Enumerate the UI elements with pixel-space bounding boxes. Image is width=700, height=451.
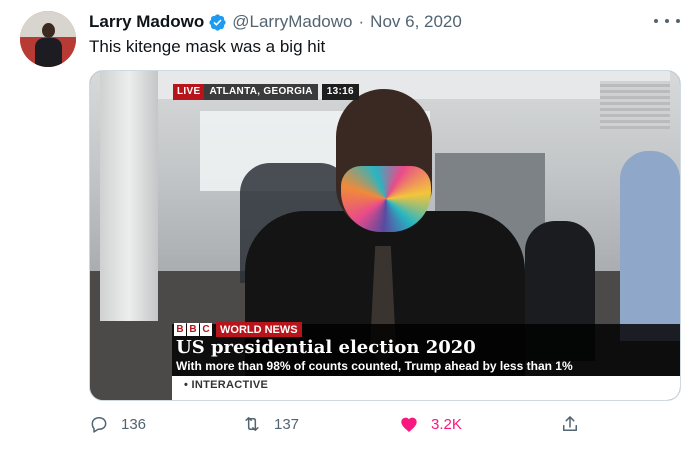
tweet-text: This kitenge mask was a big hit	[89, 37, 326, 56]
news-ticker-text: • INTERACTIVE	[184, 379, 269, 391]
tweet-media-image[interactable]: LIVE ATLANTA, GEORGIA 13:16 B B C WORLD …	[89, 70, 681, 401]
bbc-logo-letter: B	[187, 323, 199, 336]
scene-pillar	[100, 71, 158, 321]
author-name[interactable]: Larry Madowo	[89, 12, 204, 32]
tweet-actions: 136 137 3.2K	[89, 412, 684, 436]
heart-icon	[401, 417, 417, 432]
author-avatar[interactable]	[20, 11, 76, 67]
scene-vent	[600, 81, 670, 129]
avatar-figure-head	[42, 23, 55, 38]
share-button[interactable]	[560, 412, 580, 436]
tweet-header: Larry Madowo @LarryMadowo · Nov 6, 2020	[89, 11, 462, 33]
more-dot	[676, 19, 680, 23]
avatar-figure-body	[35, 38, 62, 67]
retweet-count: 137	[274, 415, 300, 433]
author-handle[interactable]: @LarryMadowo	[232, 12, 352, 32]
live-label: LIVE	[173, 84, 205, 100]
location-label: ATLANTA, GEORGIA	[204, 84, 318, 100]
channel-name: WORLD NEWS	[216, 322, 302, 337]
share-icon	[563, 416, 577, 431]
news-subheadline: With more than 98% of counts counted, Tr…	[176, 359, 573, 373]
like-button[interactable]: 3.2K	[399, 412, 462, 436]
broadcast-time: 13:16	[321, 84, 359, 100]
verified-badge-icon	[209, 13, 226, 31]
live-banner: LIVE ATLANTA, GEORGIA 13:16	[173, 84, 359, 100]
more-dot	[654, 19, 658, 23]
like-count: 3.2K	[431, 415, 462, 433]
background-person	[620, 151, 680, 341]
separator-dot: ·	[358, 12, 365, 31]
more-options-icon[interactable]	[654, 13, 680, 29]
reply-button[interactable]: 136	[89, 412, 146, 436]
tweet-date[interactable]: Nov 6, 2020	[370, 12, 462, 32]
retweet-button[interactable]: 137	[242, 412, 299, 436]
news-headline: US presidential election 2020	[176, 337, 476, 358]
bbc-logo-letter: B	[174, 323, 186, 336]
channel-logo: B B C WORLD NEWS	[174, 322, 302, 337]
more-dot	[665, 19, 669, 23]
reply-count: 136	[121, 415, 147, 433]
bbc-logo-letter: C	[200, 323, 212, 336]
reply-icon	[91, 417, 107, 433]
retweet-icon	[245, 417, 259, 431]
